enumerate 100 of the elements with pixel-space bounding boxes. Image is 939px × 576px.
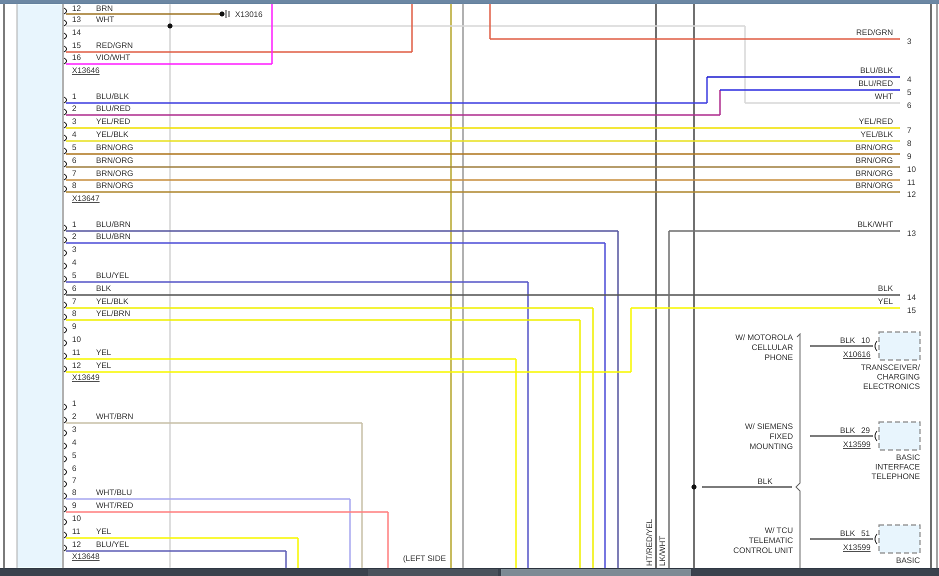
pin-number: 11 <box>72 348 80 357</box>
component-box <box>878 524 921 554</box>
pin-number: 6 <box>907 101 912 110</box>
pin-number: 14 <box>907 293 916 302</box>
contact-icon <box>874 534 878 544</box>
scrollbar-segment[interactable] <box>368 569 498 576</box>
pin-number: 15 <box>907 306 916 315</box>
connector-label[interactable]: X13646 <box>72 66 100 75</box>
pin-number: 10 <box>907 165 916 174</box>
pin-number: 5 <box>72 271 76 280</box>
wire-label: BLK <box>757 477 773 486</box>
wire-label: BRN/ORG <box>96 181 134 190</box>
wire-label: LK/WHT <box>658 536 667 566</box>
wire-label: RED/GRN <box>96 41 133 50</box>
component-label: BASIC <box>896 556 920 565</box>
pin-number: 10 <box>72 335 81 344</box>
component-label: INTERFACE <box>875 462 920 472</box>
pin-number: 5 <box>907 88 912 97</box>
wire-label: YEL <box>96 348 112 357</box>
wire-label: BLK <box>840 529 856 538</box>
wire-label: BLK/WHT <box>857 220 893 229</box>
wire-label: YEL/RED <box>96 117 130 126</box>
connector-label[interactable]: X13648 <box>72 552 100 561</box>
pin-number: 10 <box>861 336 870 345</box>
wire-label: BLU/BRN <box>96 220 131 229</box>
pin-number: 13 <box>72 15 81 24</box>
pin-number: 1 <box>72 399 76 408</box>
contact-icon <box>874 340 878 352</box>
pin-number: 16 <box>72 53 81 62</box>
splice-label[interactable]: X13016 <box>235 10 263 19</box>
wire-label: BRN/ORG <box>856 156 893 165</box>
wire-label: BLU/RED <box>96 104 131 113</box>
wire-label: YEL/BLK <box>96 297 128 306</box>
wire <box>810 345 873 347</box>
contact-icon <box>874 430 878 442</box>
pin-number: 8 <box>72 488 76 497</box>
wire-label: BRN/ORG <box>96 169 134 178</box>
wire-label: BLK <box>96 284 112 293</box>
wire-label: BRN <box>96 4 113 13</box>
wire-label: VIO/WHT <box>96 53 130 62</box>
pin-number: 1 <box>72 92 76 101</box>
wire-label: YEL/BLK <box>860 130 893 139</box>
wire-label: BLK <box>878 284 893 293</box>
connector-label[interactable]: X13599 <box>843 543 871 552</box>
pin-number: 10 <box>72 514 81 523</box>
pin-number: 9 <box>72 501 76 510</box>
wire-label: BLU/YEL <box>96 540 129 549</box>
wire-label: WHT <box>96 15 114 24</box>
pin-number: 8 <box>72 181 76 190</box>
component-label: ELECTRONICS <box>863 382 920 391</box>
pin-number: 3 <box>72 425 76 434</box>
connector-label[interactable]: X10616 <box>843 350 871 359</box>
pin-number: 14 <box>72 28 81 37</box>
component-box <box>878 331 921 361</box>
pin-number: 11 <box>72 527 80 536</box>
wire-label: BLU/BLK <box>860 66 893 75</box>
pin-number: 51 <box>861 529 870 538</box>
splice-dot <box>220 12 224 16</box>
wire-label: BLU/BRN <box>96 232 131 241</box>
wire-label: HT/RED/YEL <box>645 518 654 566</box>
wire-label: WHT/BRN <box>96 412 134 421</box>
pin-number: 4 <box>72 258 76 267</box>
pin-number: 7 <box>72 476 76 485</box>
junction-dot <box>692 484 696 490</box>
splice-icon <box>226 10 230 18</box>
condition-label: PHONE <box>764 353 793 362</box>
condition-label: MOUNTING <box>749 442 793 451</box>
component-label: TELEPHONE <box>872 472 920 481</box>
wire-label: WHT <box>874 92 893 101</box>
condition-label: W/ MOTOROLA <box>735 333 793 342</box>
component-label: CHARGING <box>876 372 920 382</box>
pin-number: 3 <box>72 117 76 126</box>
scrollbar-thumb[interactable] <box>501 569 691 576</box>
pin-number: 12 <box>72 361 81 370</box>
pin-number: 15 <box>72 41 81 50</box>
wire <box>810 538 873 540</box>
condition-label: W/ TCU <box>764 526 793 535</box>
pin-number: 12 <box>72 540 81 549</box>
wire-label: WHT/BLU <box>96 488 132 497</box>
junction-dot <box>168 24 172 28</box>
wire-label: BLU/BLK <box>96 92 129 101</box>
pin-number: 6 <box>72 156 76 165</box>
wire-label: YEL/BLK <box>96 130 128 139</box>
wire-label: YEL/BRN <box>96 309 130 318</box>
pin-number: 7 <box>72 169 76 178</box>
connector-label[interactable]: X13649 <box>72 373 100 382</box>
pin-number: 3 <box>72 245 76 254</box>
connector-label[interactable]: X13599 <box>843 440 871 449</box>
wire <box>810 435 873 437</box>
component-label: BASIC <box>896 453 920 462</box>
location-label: (LEFT SIDE <box>403 554 446 563</box>
connector-label[interactable]: X13647 <box>72 194 100 203</box>
pin-number: 12 <box>907 190 916 199</box>
wire-label: YEL/RED <box>858 117 893 126</box>
wire-label: YEL <box>96 361 112 370</box>
wire-label: BRN/ORG <box>96 156 134 165</box>
pin-number: 4 <box>72 130 76 139</box>
bracket-icon <box>795 332 800 568</box>
pin-number: 6 <box>72 464 76 473</box>
wire-label: BLU/RED <box>858 79 893 88</box>
